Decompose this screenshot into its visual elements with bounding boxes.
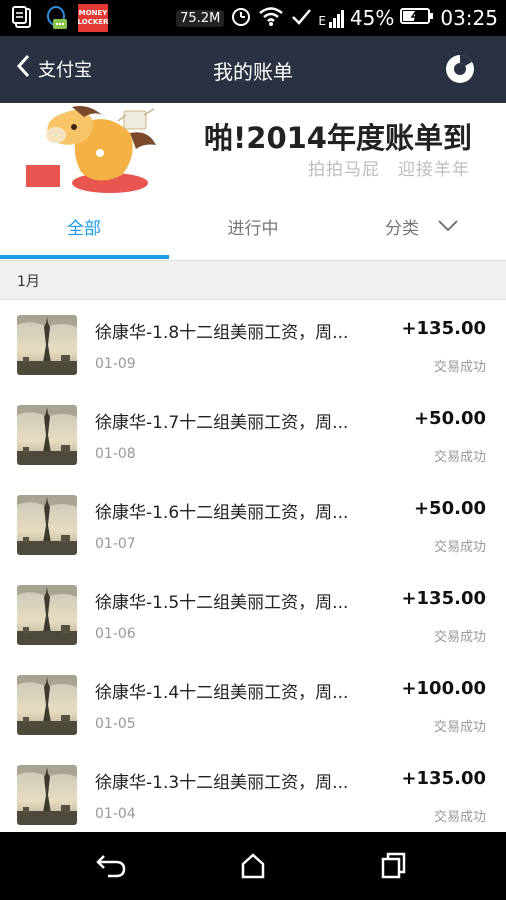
transaction-list[interactable]: 徐康华-1.8十二组美丽工资，周... 01-09 +135.00 交易成功 徐… <box>0 300 506 832</box>
horse-illustration <box>18 105 163 193</box>
tab-all[interactable]: 全部 <box>0 195 168 257</box>
transaction-row[interactable]: 徐康华-1.7十二组美丽工资，周... 01-08 +50.00 交易成功 <box>0 390 506 481</box>
home-icon[interactable] <box>235 850 271 882</box>
transaction-status: 交易成功 <box>433 630 486 645</box>
transaction-row[interactable]: 徐康华-1.3十二组美丽工资，周... 01-04 +135.00 交易成功 <box>0 750 506 832</box>
transaction-date: 01-05 <box>95 716 136 732</box>
transaction-amount: +135.00 <box>401 588 486 609</box>
transaction-amount: +50.00 <box>413 498 486 519</box>
signal-icon: E <box>318 8 344 28</box>
transaction-row[interactable]: 徐康华-1.4十二组美丽工资，周... 01-05 +100.00 交易成功 <box>0 660 506 751</box>
transaction-status: 交易成功 <box>433 810 486 825</box>
transaction-row[interactable]: 徐康华-1.5十二组美丽工资，周... 01-06 +135.00 交易成功 <box>0 570 506 661</box>
tab-category[interactable]: 分类 <box>338 195 506 257</box>
banner-subtitle: 拍拍马屁 迎接羊年 <box>308 160 470 180</box>
transaction-date: 01-06 <box>95 626 136 642</box>
transaction-row[interactable]: 徐康华-1.6十二组美丽工资，周... 01-07 +50.00 交易成功 <box>0 480 506 571</box>
clock: 03:25 <box>440 6 498 30</box>
pie-chart-icon[interactable] <box>444 53 476 85</box>
tower-thumbnail <box>17 675 77 735</box>
transaction-row[interactable]: 徐康华-1.8十二组美丽工资，周... 01-09 +135.00 交易成功 <box>0 300 506 391</box>
transaction-date: 01-04 <box>95 806 136 822</box>
system-nav-bar <box>0 832 506 900</box>
filter-tabs: 全部 进行中 分类 <box>0 195 506 261</box>
qq-icon <box>44 5 70 31</box>
chevron-down-icon <box>437 219 459 233</box>
transaction-date: 01-09 <box>95 356 136 372</box>
transaction-status: 交易成功 <box>433 540 486 555</box>
alarm-icon <box>230 5 252 32</box>
transaction-status: 交易成功 <box>433 450 486 465</box>
check-icon <box>290 5 312 32</box>
page-title: 我的账单 <box>213 60 293 84</box>
back-icon[interactable] <box>94 850 130 882</box>
month-section-header: 1月 <box>0 261 506 300</box>
tower-thumbnail <box>17 495 77 555</box>
transaction-title: 徐康华-1.8十二组美丽工资，周... <box>95 323 349 343</box>
wifi-icon <box>258 5 284 32</box>
banner-title: 啪!2014年度账单到 <box>204 121 472 155</box>
money-locker-icon: MONEY LOCKER <box>78 4 108 32</box>
battery-percent: 45% <box>349 6 395 30</box>
transaction-status: 交易成功 <box>433 360 486 375</box>
transaction-title: 徐康华-1.7十二组美丽工资，周... <box>95 413 349 433</box>
tower-thumbnail <box>17 405 77 465</box>
tower-thumbnail <box>17 765 77 825</box>
transaction-date: 01-07 <box>95 536 136 552</box>
transaction-amount: +135.00 <box>401 768 486 789</box>
recent-apps-icon[interactable] <box>375 850 411 882</box>
transaction-date: 01-08 <box>95 446 136 462</box>
transaction-amount: +100.00 <box>401 678 486 699</box>
transaction-title: 徐康华-1.4十二组美丽工资，周... <box>95 683 349 703</box>
status-bar: MONEY LOCKER 75.2M E 45% 03:25 <box>0 0 506 36</box>
transaction-status: 交易成功 <box>433 720 486 735</box>
transaction-amount: +50.00 <box>413 408 486 429</box>
tower-thumbnail <box>17 585 77 645</box>
transaction-title: 徐康华-1.6十二组美丽工资，周... <box>95 503 349 523</box>
battery-icon <box>400 6 434 30</box>
month-label: 1月 <box>17 274 40 290</box>
tower-thumbnail <box>17 315 77 375</box>
app-header: 支付宝 我的账单 <box>0 36 506 103</box>
network-type: E <box>318 14 326 28</box>
network-speed: 75.2M <box>176 9 225 27</box>
annual-bill-banner[interactable]: 啪!2014年度账单到 拍拍马屁 迎接羊年 <box>0 103 506 195</box>
tab-category-label: 分类 <box>385 218 419 239</box>
transaction-title: 徐康华-1.3十二组美丽工资，周... <box>95 773 349 793</box>
transaction-amount: +135.00 <box>401 318 486 339</box>
document-icon <box>10 5 36 31</box>
active-tab-indicator <box>0 255 169 259</box>
tab-in-progress[interactable]: 进行中 <box>169 195 337 257</box>
transaction-title: 徐康华-1.5十二组美丽工资，周... <box>95 593 349 613</box>
